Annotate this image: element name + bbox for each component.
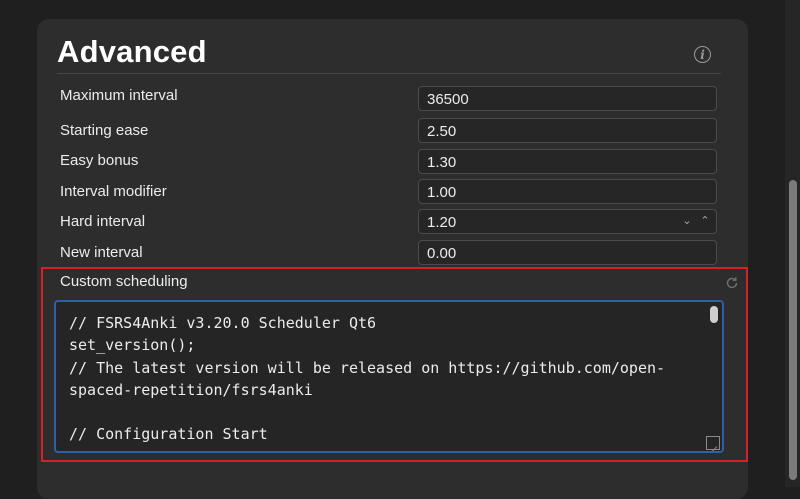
section-title: Advanced [57,34,207,69]
new-interval-input[interactable]: 0.00 [418,240,717,265]
easy-bonus-label: Easy bonus [60,152,139,169]
chevron-up-icon[interactable]: ⌃ [698,209,712,234]
hard-interval-input[interactable]: 1.20 ⌄ ⌃ [418,209,717,234]
hard-interval-stepper[interactable]: ⌄ ⌃ [680,210,712,233]
code-line: // The latest version will be released o… [69,358,666,377]
code-content: // FSRS4Anki v3.20.0 Scheduler Qt6 set_ve… [69,312,665,446]
code-line: ​ [69,401,665,423]
easy-bonus-input[interactable]: 1.30 [418,149,717,174]
editor-scrollbar[interactable] [710,306,718,323]
chevron-down-icon[interactable]: ⌄ [680,209,694,234]
code-line: spaced-repetition/fsrs4anki [69,380,313,399]
custom-scheduling-label: Custom scheduling [60,273,188,290]
page-scrollbar-thumb[interactable] [789,180,797,480]
starting-ease-input[interactable]: 2.50 [418,118,717,143]
reset-icon[interactable] [725,276,739,290]
hard-interval-value: 1.20 [427,214,457,231]
info-icon[interactable]: i [694,46,711,63]
interval-modifier-input[interactable]: 1.00 [418,179,717,204]
hard-interval-label: Hard interval [60,213,146,230]
custom-scheduling-editor[interactable]: // FSRS4Anki v3.20.0 Scheduler Qt6 set_ve… [54,300,724,453]
starting-ease-label: Starting ease [60,122,149,139]
maximum-interval-input[interactable]: 36500 [418,86,717,111]
maximum-interval-label: Maximum interval [60,87,178,104]
interval-modifier-label: Interval modifier [60,183,167,200]
code-line: // FSRS4Anki v3.20.0 Scheduler Qt6 [69,314,377,332]
new-interval-label: New interval [60,244,143,261]
resize-handle-icon[interactable] [706,436,720,450]
title-divider [57,73,721,74]
code-line: // Configuration Start [69,425,268,444]
code-line: set_version(); [69,336,196,355]
